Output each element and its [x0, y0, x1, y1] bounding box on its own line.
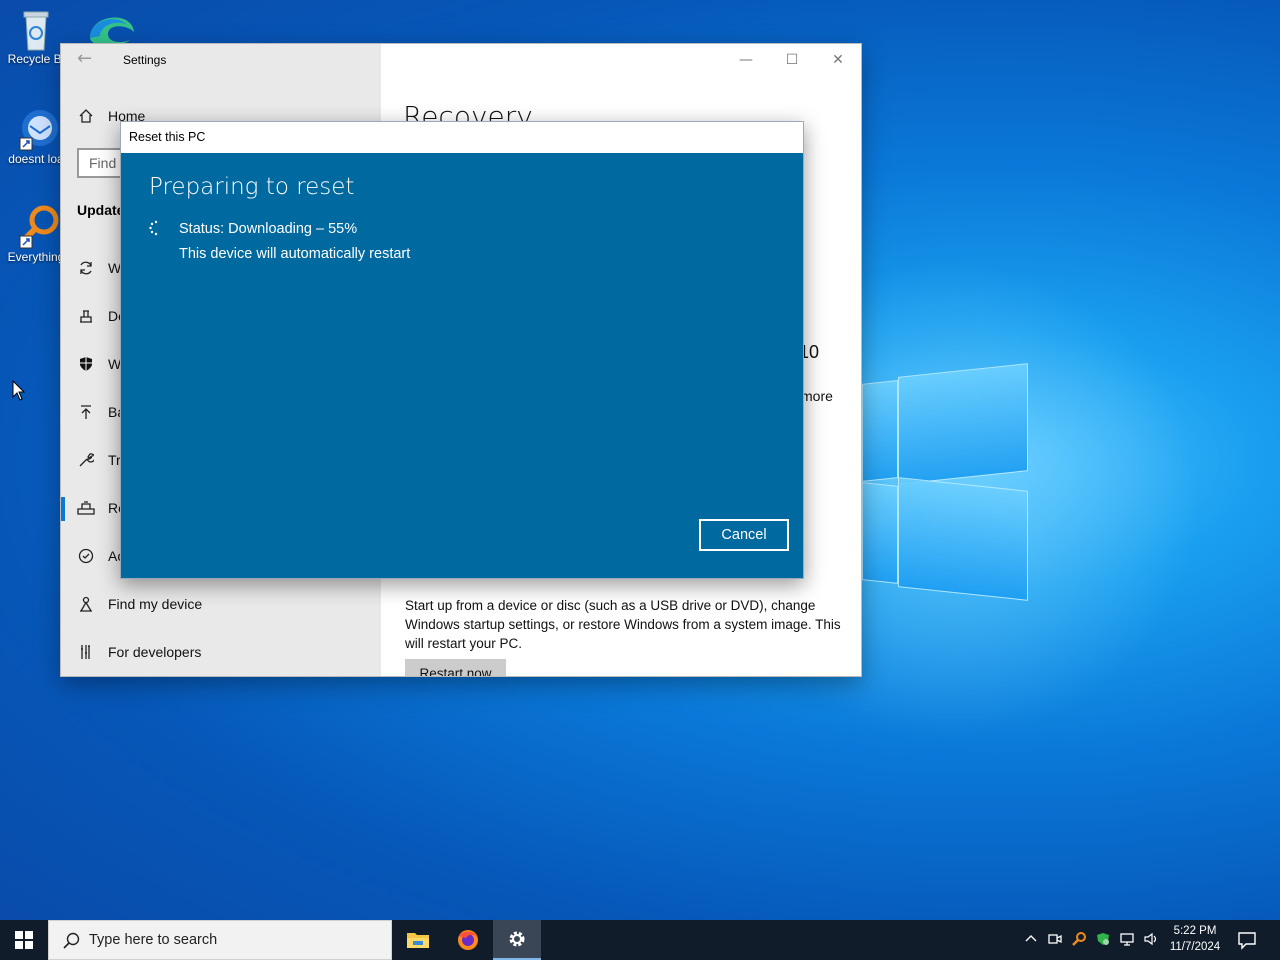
volume-icon[interactable]	[1142, 931, 1160, 949]
thunderbird-icon	[14, 106, 58, 151]
reset-status: Status: Downloading – 55%	[179, 221, 358, 237]
developer-tools-icon	[77, 643, 95, 661]
taskbar-search-box[interactable]: Type here to search	[48, 920, 392, 960]
firefox-icon	[458, 930, 478, 950]
everything-search-icon	[14, 204, 59, 249]
notification-center-icon[interactable]	[1236, 929, 1258, 951]
dialog-heading: Preparing to reset	[149, 174, 355, 200]
minimize-button[interactable]: —	[734, 50, 758, 70]
dialog-title: Reset this PC	[129, 130, 206, 144]
reset-pc-dialog: Reset this PC Preparing to reset Status:…	[120, 121, 804, 579]
desktop-icon-everything-shortcut[interactable]: Everything	[4, 204, 68, 264]
app-title: Settings	[123, 53, 167, 67]
activation-icon	[77, 547, 95, 565]
desktop-icon-recycle-bin[interactable]: Recycle Bi	[4, 6, 68, 66]
clock-date: 11/7/2024	[1169, 941, 1221, 953]
taskbar-firefox[interactable]	[444, 920, 492, 960]
nav-for-developers[interactable]: For developers	[61, 632, 381, 672]
taskbar: Type here to search 5:22 PM 11/7/2024	[0, 920, 1280, 960]
recovery-icon	[77, 499, 95, 517]
dialog-titlebar: Reset this PC	[121, 122, 803, 153]
edge-icon[interactable]	[86, 6, 138, 47]
find-device-icon	[77, 595, 95, 613]
taskbar-settings[interactable]	[493, 920, 541, 960]
delivery-optimization-icon	[77, 307, 95, 325]
file-explorer-icon	[407, 933, 429, 948]
security-tray-icon[interactable]	[1094, 931, 1112, 949]
backup-icon	[77, 403, 95, 421]
settings-gear-icon	[509, 931, 525, 947]
windows-logo-wallpaper	[858, 360, 1030, 601]
learn-more-link[interactable]: more	[801, 388, 833, 404]
maximize-button[interactable]: ☐	[780, 50, 804, 70]
taskbar-file-explorer[interactable]	[394, 920, 442, 960]
sync-icon	[77, 259, 95, 277]
restart-notice: This device will automatically restart	[179, 246, 411, 262]
recycle-bin-icon	[14, 6, 58, 51]
nav-find-my-device[interactable]: Find my device	[61, 584, 381, 624]
taskbar-clock[interactable]: 5:22 PM 11/7/2024	[1162, 923, 1228, 955]
home-icon	[77, 107, 95, 125]
wrench-icon	[77, 451, 95, 469]
clock-time: 5:22 PM	[1173, 925, 1217, 937]
desktop-icon-thunderbird-shortcut[interactable]: doesnt loa	[4, 106, 68, 166]
everything-tray-icon[interactable]	[1070, 931, 1088, 949]
advanced-startup-description: Start up from a device or disc (such as …	[405, 598, 841, 651]
mouse-cursor-icon	[12, 379, 26, 402]
loading-spinner-icon	[148, 220, 164, 236]
network-icon[interactable]	[1118, 931, 1136, 949]
section-header: Update	[77, 202, 125, 218]
back-arrow-icon[interactable]: ←	[77, 50, 97, 70]
start-button[interactable]	[0, 920, 48, 960]
show-hidden-icons-chevron-icon[interactable]	[1022, 931, 1040, 949]
windows-start-icon	[15, 931, 33, 949]
search-icon	[63, 932, 80, 949]
meet-now-icon[interactable]	[1046, 931, 1064, 949]
cancel-button[interactable]: Cancel	[699, 519, 789, 551]
close-button[interactable]: ✕	[826, 50, 850, 70]
shield-icon	[77, 355, 95, 373]
restart-now-button[interactable]: Restart now	[405, 659, 506, 676]
